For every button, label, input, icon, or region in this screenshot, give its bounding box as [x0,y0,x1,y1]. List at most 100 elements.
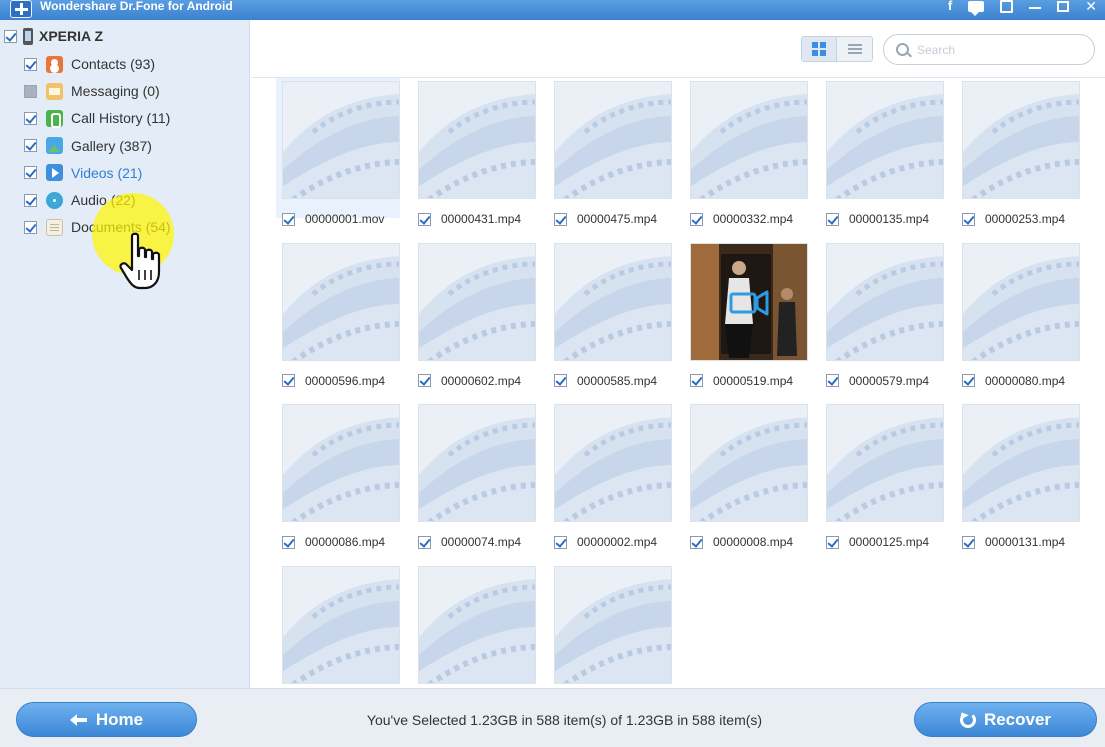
maximize-icon[interactable] [1057,0,1070,12]
file-tile[interactable]: 00000002.mp4 [548,401,672,549]
video-placeholder-thumbnail[interactable] [554,81,672,199]
video-placeholder-thumbnail[interactable] [418,404,536,522]
video-placeholder-thumbnail[interactable] [418,242,536,361]
file-name: 00000431.mp4 [441,212,522,226]
category-checkbox[interactable] [24,139,37,153]
file-checkbox[interactable] [826,535,839,549]
file-checkbox[interactable] [418,535,431,549]
close-icon[interactable]: ✕ [1085,0,1097,13]
file-label: 00000431.mp4 [418,211,521,227]
file-checkbox[interactable] [554,535,567,549]
sidebar-item-gallery[interactable]: Gallery (387) [24,137,152,155]
file-checkbox[interactable] [418,374,431,387]
video-placeholder-thumbnail[interactable] [962,242,1080,361]
sidebar-item-call-history[interactable]: Call History (11) [24,109,170,128]
file-checkbox[interactable] [690,374,703,387]
file-label: 00000086.mp4 [282,534,385,550]
list-view-icon [848,44,862,46]
file-tile[interactable]: 00000131.mp4 [956,401,1080,549]
file-name: 00000579.mp4 [849,373,930,388]
chat-icon[interactable] [968,0,985,16]
sidebar-item-videos[interactable]: Videos (21) [24,164,142,182]
recover-button[interactable]: Recover [914,702,1097,737]
file-label: 00000596.mp4 [282,373,385,389]
file-checkbox[interactable] [282,374,295,387]
search-input[interactable] [917,42,1087,57]
video-placeholder-thumbnail[interactable] [554,242,672,361]
file-label: 00000074.mp4 [418,534,521,550]
device-checkbox[interactable] [4,29,17,43]
video-placeholder-thumbnail[interactable] [690,81,808,199]
video-placeholder-thumbnail[interactable] [554,565,672,684]
grid-view-button[interactable] [802,37,837,61]
video-placeholder-thumbnail[interactable] [690,404,808,522]
file-tile[interactable]: 00000475.mp4 [548,78,672,226]
file-checkbox[interactable] [554,374,567,387]
video-placeholder-thumbnail[interactable] [282,242,400,361]
category-checkbox[interactable] [24,193,37,207]
video-placeholder-thumbnail[interactable] [962,404,1080,522]
hand-cursor-icon [119,232,161,290]
minimize-icon[interactable] [1029,7,1042,9]
video-placeholder-thumbnail[interactable] [554,404,672,522]
file-checkbox[interactable] [690,535,703,549]
file-tile[interactable]: 00000596.mp4 [276,240,400,388]
file-tile[interactable]: 00000585.mp4 [548,240,672,388]
device-row[interactable]: XPERIA Z [4,27,103,45]
file-tile[interactable] [276,563,400,689]
file-checkbox[interactable] [826,374,839,387]
file-tile[interactable]: 00000135.mp4 [820,78,944,226]
video-placeholder-thumbnail[interactable] [418,565,536,684]
sidebar-item-label: Messaging (0) [71,83,160,100]
sidebar-item-contacts[interactable]: Contacts (93) [24,55,155,73]
file-tile[interactable]: 00000080.mp4 [956,240,1080,388]
file-tile[interactable]: 00000008.mp4 [684,401,808,549]
file-label: 00000008.mp4 [690,534,793,550]
file-tile[interactable] [548,563,672,689]
list-view-button[interactable] [837,37,872,61]
file-tile[interactable]: 00000125.mp4 [820,401,944,549]
video-placeholder-thumbnail[interactable] [282,565,400,684]
feedback-icon[interactable] [1000,0,1014,13]
video-placeholder-thumbnail[interactable] [282,404,400,522]
video-placeholder-thumbnail[interactable] [962,81,1080,199]
file-tile[interactable]: 00000253.mp4 [956,78,1080,226]
video-placeholder-thumbnail[interactable] [826,81,944,199]
file-tile[interactable]: 00000579.mp4 [820,240,944,388]
sidebar-item-label: Contacts (93) [71,56,156,72]
file-tile[interactable]: 00000602.mp4 [412,240,536,388]
file-tile[interactable]: 00000332.mp4 [684,78,808,226]
file-checkbox[interactable] [554,212,567,226]
video-placeholder-thumbnail[interactable] [826,242,944,361]
sidebar-item-messaging[interactable]: Messaging (0) [24,82,160,100]
file-checkbox[interactable] [282,535,295,549]
video-thumbnail[interactable] [690,242,808,361]
category-checkbox[interactable] [24,111,37,125]
category-checkbox[interactable] [24,57,37,71]
video-placeholder-thumbnail[interactable] [418,81,536,199]
file-tile[interactable]: 00000519.mp4 [684,240,808,388]
file-checkbox[interactable] [690,212,703,226]
category-checkbox[interactable] [24,220,37,234]
category-checkbox[interactable] [24,84,37,98]
file-tile[interactable]: 00000074.mp4 [412,401,536,549]
category-checkbox[interactable] [24,166,37,180]
file-checkbox[interactable] [962,212,975,226]
file-tile[interactable]: 00000086.mp4 [276,401,400,549]
file-checkbox[interactable] [826,212,839,226]
footer: Home You've Selected 1.23GB in 588 item(… [0,688,1105,747]
audio-icon [46,191,63,209]
file-tile[interactable]: 00000001.mov [276,78,400,226]
file-name: 00000519.mp4 [713,373,794,388]
file-checkbox[interactable] [282,212,295,226]
file-checkbox[interactable] [962,535,975,549]
video-placeholder-thumbnail[interactable] [826,404,944,522]
video-placeholder-thumbnail[interactable] [282,81,400,199]
file-tile[interactable] [412,563,536,689]
file-label: 00000253.mp4 [962,211,1065,227]
file-checkbox[interactable] [418,212,431,226]
file-checkbox[interactable] [962,374,975,387]
documents-icon [46,218,63,236]
facebook-icon[interactable]: f [948,0,952,13]
file-tile[interactable]: 00000431.mp4 [412,78,536,226]
